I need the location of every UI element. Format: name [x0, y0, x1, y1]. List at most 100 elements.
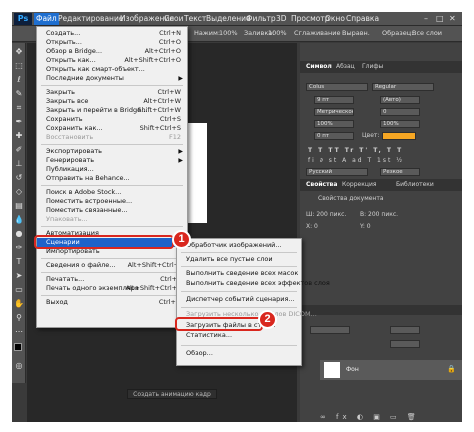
load-stack-highlight-callout [175, 317, 263, 331]
menu-item-print[interactable]: Печатать... Ctrl+P [37, 275, 187, 284]
submenu-item-statistics[interactable]: Статистика... [177, 331, 301, 340]
lasso-tool-icon[interactable]: ℓ [14, 75, 24, 85]
menu-item-print-one-copy[interactable]: Печать одного экземпляра Alt+Shift+Ctrl+P [37, 284, 187, 293]
submenu-item-flatten-masks[interactable]: Выполнить сведение всех масок [177, 269, 301, 278]
layer-actions-bar[interactable]: ∞ fx ◐ ▣ ▭ 🗑 [320, 413, 420, 421]
menu-item-save[interactable]: Сохранить Ctrl+S [37, 115, 187, 124]
type-tool-icon[interactable]: T [14, 257, 24, 267]
menu-edit[interactable]: Редактирование [56, 13, 125, 25]
menu-item-share[interactable]: Публикация... [37, 165, 187, 174]
quick-mask-icon[interactable]: ◎ [14, 361, 24, 371]
zoom-tool-icon[interactable]: ⚲ [14, 313, 24, 323]
foreground-color-swatch[interactable] [14, 343, 22, 351]
quick-select-icon[interactable]: ✎ [14, 89, 24, 99]
minimize-icon[interactable]: – [424, 14, 428, 23]
kerning-field[interactable]: Метрическое [314, 108, 354, 116]
y-value[interactable]: Y: 0 [360, 223, 371, 230]
opentype-buttons[interactable]: fi ∂ st A ad T 1st ½ [308, 157, 404, 164]
menu-3d[interactable]: 3D [274, 13, 289, 25]
path-select-icon[interactable]: ➤ [14, 271, 24, 281]
pressure-value[interactable]: 100% [219, 29, 238, 37]
pen-tool-icon[interactable]: ✑ [14, 243, 24, 253]
x-value[interactable]: X: 0 [306, 223, 318, 230]
crop-tool-icon[interactable]: ⌗ [14, 103, 24, 113]
menu-item-exit[interactable]: Выход Ctrl+Q [37, 298, 187, 307]
menu-item-generate[interactable]: Генерировать ▶ [37, 156, 187, 165]
font-style-select[interactable]: Regular [372, 83, 434, 91]
menu-item-adobe-stock[interactable]: Поиск в Adobe Stock... [37, 188, 187, 197]
eyedropper-icon[interactable]: ✒ [14, 117, 24, 127]
stamp-tool-icon[interactable]: ⊥ [14, 159, 24, 169]
font-size-field[interactable]: 9 пт [314, 96, 354, 104]
submenu-item-delete-empty-layers[interactable]: Удалить все пустые слои [177, 255, 301, 264]
more-tools-icon[interactable]: ⋯ [14, 327, 24, 337]
menu-item-export[interactable]: Экспортировать ▶ [37, 147, 187, 156]
menu-item-close-bridge[interactable]: Закрыть и перейти в Bridge... Shift+Ctrl+… [37, 106, 187, 115]
text-style-buttons[interactable]: T T TT Tr T' T, T T [308, 147, 403, 154]
font-family-select[interactable]: Colus [306, 83, 368, 91]
tab-properties[interactable]: Свойства [306, 181, 337, 188]
menu-item-save-as[interactable]: Сохранить как... Shift+Ctrl+S [37, 124, 187, 133]
layer-row[interactable]: Фон 🔒 [320, 360, 462, 380]
submenu-item-script-events[interactable]: Диспетчер событий сценария... [177, 295, 301, 304]
blur-tool-icon[interactable]: 💧 [14, 215, 24, 225]
submenu-item-browse[interactable]: Обзор... [177, 349, 301, 358]
move-tool-icon[interactable]: ✥ [14, 47, 24, 57]
height-value[interactable]: В: 200 пикс. [360, 211, 398, 218]
menu-item-place-linked[interactable]: Поместить связанные... [37, 206, 187, 215]
tab-glyphs[interactable]: Глифы [362, 63, 383, 70]
hand-tool-icon[interactable]: ✋ [14, 299, 24, 309]
menu-item-new[interactable]: Создать... Ctrl+N [37, 29, 187, 38]
maximize-icon[interactable]: □ [436, 14, 444, 23]
fill-value[interactable]: 100% [268, 29, 287, 37]
blend-mode-select[interactable] [310, 326, 350, 334]
text-color-swatch[interactable] [382, 132, 416, 140]
menu-filter[interactable]: Фильтр [244, 13, 278, 25]
width-value[interactable]: Ш: 200 пикс. [306, 211, 346, 218]
antialias-select[interactable]: Резкое [380, 168, 420, 176]
menu-item-file-info[interactable]: Сведения о файле... Alt+Shift+Ctrl+I [37, 261, 187, 270]
horizontal-scale-field[interactable]: 100% [380, 120, 420, 128]
tab-character[interactable]: Символ [306, 63, 332, 70]
menu-item-behance[interactable]: Отправить на Behance... [37, 174, 187, 183]
baseline-shift-field[interactable]: 0 пт [314, 132, 354, 140]
menu-item-open-as[interactable]: Открыть как... Alt+Shift+Ctrl+O [37, 56, 187, 65]
eraser-tool-icon[interactable]: ◇ [14, 187, 24, 197]
menu-item-recent[interactable]: Последние документы ▶ [37, 74, 187, 83]
leading-field[interactable]: (Авто) [380, 96, 420, 104]
smooth-checkbox[interactable]: Сглаживание [294, 29, 340, 37]
tracking-field[interactable]: 0 [380, 108, 420, 116]
dodge-tool-icon[interactable]: ● [14, 229, 24, 239]
shape-tool-icon[interactable]: ▭ [14, 285, 24, 295]
layer-name: Фон [346, 366, 359, 373]
tab-paragraph[interactable]: Абзац [336, 63, 355, 70]
gradient-tool-icon[interactable]: ▤ [14, 201, 24, 211]
vertical-scale-field[interactable]: 100% [314, 120, 354, 128]
menu-item-package[interactable]: Упаковать... [37, 215, 187, 224]
fill-field[interactable] [390, 340, 420, 348]
photoshop-logo: Ps [14, 13, 32, 25]
marquee-tool-icon[interactable]: ⬚ [14, 61, 24, 71]
tab-adjustments[interactable]: Коррекция [342, 181, 376, 188]
close-icon[interactable]: ✕ [449, 14, 456, 23]
submenu-item-flatten-effects[interactable]: Выполнить сведение всех эффектов слоя [177, 279, 330, 288]
menu-item-browse-bridge[interactable]: Обзор в Bridge... Alt+Ctrl+O [37, 47, 187, 56]
menu-item-open-smart-object[interactable]: Открыть как смарт-объект... [37, 65, 187, 74]
menu-item-place-embedded[interactable]: Поместить встроенные... [37, 197, 187, 206]
menu-item-close-all[interactable]: Закрыть все Alt+Ctrl+W [37, 97, 187, 106]
create-animation-button[interactable]: Создать анимацию кадр [127, 389, 217, 399]
menu-item-revert[interactable]: Восстановить F12 [37, 133, 187, 142]
sample-value[interactable]: Все слои [412, 29, 442, 37]
history-brush-icon[interactable]: ↺ [14, 173, 24, 183]
language-select[interactable]: Русский [306, 168, 368, 176]
brush-tool-icon[interactable]: ✐ [14, 145, 24, 155]
aligned-checkbox[interactable]: Выравн. [342, 29, 370, 37]
menu-help[interactable]: Справка [344, 13, 381, 25]
lock-icon[interactable]: 🔒 [447, 365, 456, 373]
opacity-field[interactable] [390, 326, 420, 334]
menu-item-open[interactable]: Открыть... Ctrl+O [37, 38, 187, 47]
menu-item-close[interactable]: Закрыть Ctrl+W [37, 88, 187, 97]
healing-brush-icon[interactable]: ✚ [14, 131, 24, 141]
tab-libraries[interactable]: Библиотеки [396, 181, 434, 188]
submenu-item-image-processor[interactable]: Обработчик изображений... [177, 241, 301, 250]
